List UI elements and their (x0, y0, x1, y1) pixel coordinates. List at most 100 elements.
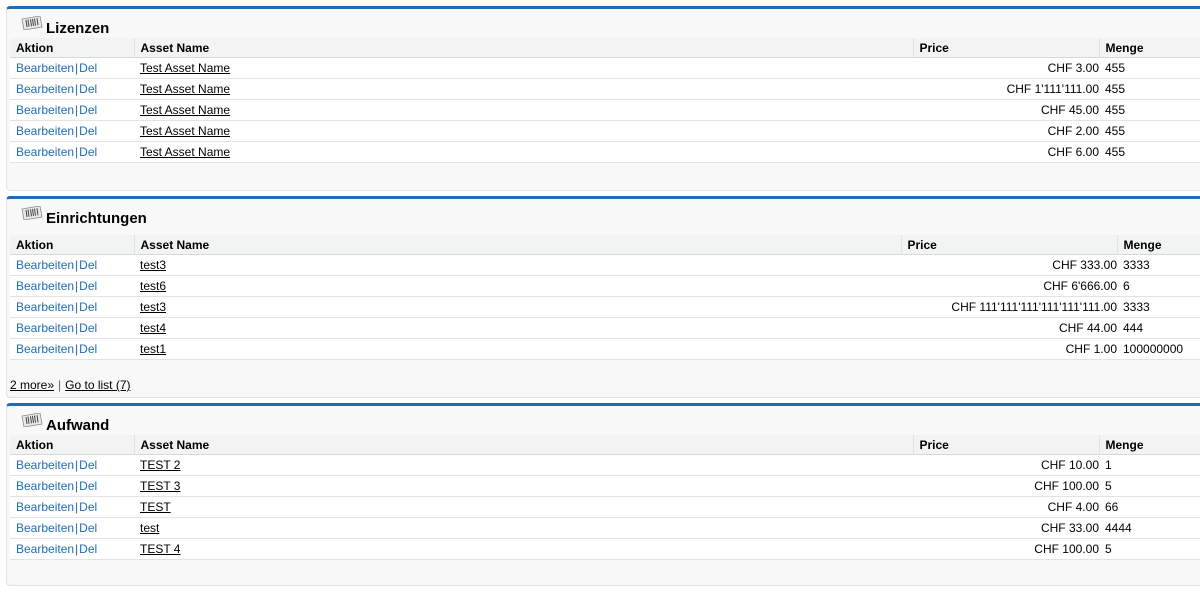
menge-cell: 100000000 (1117, 338, 1200, 360)
edit-link[interactable]: Bearbeiten (16, 342, 74, 356)
asset-name-cell: TEST 3 (134, 475, 913, 497)
edit-link[interactable]: Bearbeiten (16, 61, 74, 75)
delete-link[interactable]: Del (79, 342, 97, 356)
asset-name-link[interactable]: test6 (140, 279, 166, 293)
asset-name-link[interactable]: Test Asset Name (140, 82, 230, 96)
price-cell: CHF 10.00 (913, 454, 1099, 476)
edit-link[interactable]: Bearbeiten (16, 145, 74, 159)
asset-name-cell: test1 (134, 338, 901, 360)
table-row: Bearbeiten|Del Test Asset Name CHF 2.00 … (10, 120, 1200, 142)
edit-link[interactable]: Bearbeiten (16, 321, 74, 335)
asset-name-cell: test3 (134, 254, 901, 276)
menge-cell: 5 (1099, 475, 1200, 497)
action-separator: | (75, 103, 79, 117)
edit-link[interactable]: Bearbeiten (16, 279, 74, 293)
action-cell: Bearbeiten|Del (10, 475, 134, 497)
barcode-icon (21, 16, 43, 30)
column-header-asset-name: Asset Name (133, 38, 913, 58)
menge-cell: 1 (1099, 454, 1200, 476)
table-row: Bearbeiten|Del test1 CHF 1.00 100000000 (10, 338, 1200, 360)
menge-cell: 455 (1099, 99, 1200, 121)
go-to-list-link[interactable]: Go to list (7) (65, 378, 130, 392)
action-separator: | (75, 124, 79, 138)
table-row: Bearbeiten|Del test CHF 33.00 4444 (10, 517, 1200, 539)
delete-link[interactable]: Del (79, 61, 97, 75)
asset-name-link[interactable]: TEST (140, 500, 171, 514)
asset-name-link[interactable]: test4 (140, 321, 166, 335)
aufwand-table: Aktion Asset Name Price Menge Bearbeiten… (10, 435, 1200, 560)
table-header-row: Aktion Asset Name Price Menge (10, 235, 1200, 255)
action-cell: Bearbeiten|Del (10, 99, 134, 121)
price-cell: CHF 100.00 (913, 538, 1099, 560)
action-separator: | (75, 479, 79, 493)
delete-link[interactable]: Del (79, 82, 97, 96)
menge-cell: 3333 (1117, 254, 1200, 276)
price-cell: CHF 1.00 (901, 338, 1117, 360)
delete-link[interactable]: Del (79, 479, 97, 493)
price-cell: CHF 333.00 (901, 254, 1117, 276)
delete-link[interactable]: Del (79, 145, 97, 159)
delete-link[interactable]: Del (79, 103, 97, 117)
section-header: Einrichtungen (7, 199, 1200, 227)
price-cell: CHF 4.00 (913, 496, 1099, 518)
action-separator: | (75, 82, 79, 96)
delete-link[interactable]: Del (79, 542, 97, 556)
edit-link[interactable]: Bearbeiten (16, 124, 74, 138)
show-more-link[interactable]: 2 more» (10, 378, 54, 392)
table-row: Bearbeiten|Del TEST 4 CHF 100.00 5 (10, 538, 1200, 560)
asset-name-cell: test (134, 517, 913, 539)
price-cell: CHF 6.00 (913, 141, 1099, 163)
asset-name-link[interactable]: Test Asset Name (140, 124, 230, 138)
asset-name-link[interactable]: Test Asset Name (140, 61, 230, 75)
asset-name-cell: Test Asset Name (134, 57, 913, 79)
asset-name-link[interactable]: TEST 4 (140, 542, 180, 556)
delete-link[interactable]: Del (79, 300, 97, 314)
edit-link[interactable]: Bearbeiten (16, 542, 74, 556)
lizenzen-table: Aktion Asset Name Price Menge Bearbeiten… (10, 38, 1200, 163)
section-header: Lizenzen (7, 9, 1200, 37)
edit-link[interactable]: Bearbeiten (16, 300, 74, 314)
asset-name-cell: Test Asset Name (134, 99, 913, 121)
action-cell: Bearbeiten|Del (10, 517, 134, 539)
edit-link[interactable]: Bearbeiten (16, 458, 74, 472)
edit-link[interactable]: Bearbeiten (16, 521, 74, 535)
section-header: Aufwand (7, 406, 1200, 434)
menge-cell: 455 (1099, 57, 1200, 79)
asset-name-link[interactable]: test3 (140, 258, 166, 272)
edit-link[interactable]: Bearbeiten (16, 500, 74, 514)
delete-link[interactable]: Del (79, 500, 97, 514)
table-header-row: Aktion Asset Name Price Menge (10, 435, 1200, 455)
delete-link[interactable]: Del (79, 521, 97, 535)
action-cell: Bearbeiten|Del (10, 538, 134, 560)
edit-link[interactable]: Bearbeiten (16, 479, 74, 493)
asset-name-link[interactable]: Test Asset Name (140, 103, 230, 117)
delete-link[interactable]: Del (79, 279, 97, 293)
edit-link[interactable]: Bearbeiten (16, 258, 74, 272)
delete-link[interactable]: Del (79, 124, 97, 138)
table-row: Bearbeiten|Del test4 CHF 44.00 444 (10, 317, 1200, 339)
asset-name-link[interactable]: test1 (140, 342, 166, 356)
action-separator: | (75, 61, 79, 75)
edit-link[interactable]: Bearbeiten (16, 103, 74, 117)
asset-name-link[interactable]: TEST 2 (140, 458, 180, 472)
delete-link[interactable]: Del (79, 258, 97, 272)
asset-name-link[interactable]: test3 (140, 300, 166, 314)
column-header-price: Price (912, 435, 1099, 455)
asset-name-link[interactable]: Test Asset Name (140, 145, 230, 159)
delete-link[interactable]: Del (79, 321, 97, 335)
delete-link[interactable]: Del (79, 458, 97, 472)
action-separator: | (75, 321, 79, 335)
asset-name-cell: TEST 2 (134, 454, 913, 476)
footer-separator: | (58, 378, 62, 392)
asset-name-cell: test6 (134, 275, 901, 297)
menge-cell: 5 (1099, 538, 1200, 560)
column-header-menge: Menge (1098, 38, 1200, 58)
table-row: Bearbeiten|Del test3 CHF 333.00 3333 (10, 254, 1200, 276)
column-header-price: Price (900, 235, 1117, 255)
section-aufwand: Aufwand Aktion Asset Name Price Menge Be… (6, 403, 1200, 586)
asset-name-link[interactable]: test (140, 521, 159, 535)
section-lizenzen: Lizenzen Aktion Asset Name Price Menge B… (6, 6, 1200, 191)
action-cell: Bearbeiten|Del (10, 78, 134, 100)
edit-link[interactable]: Bearbeiten (16, 82, 74, 96)
asset-name-link[interactable]: TEST 3 (140, 479, 180, 493)
